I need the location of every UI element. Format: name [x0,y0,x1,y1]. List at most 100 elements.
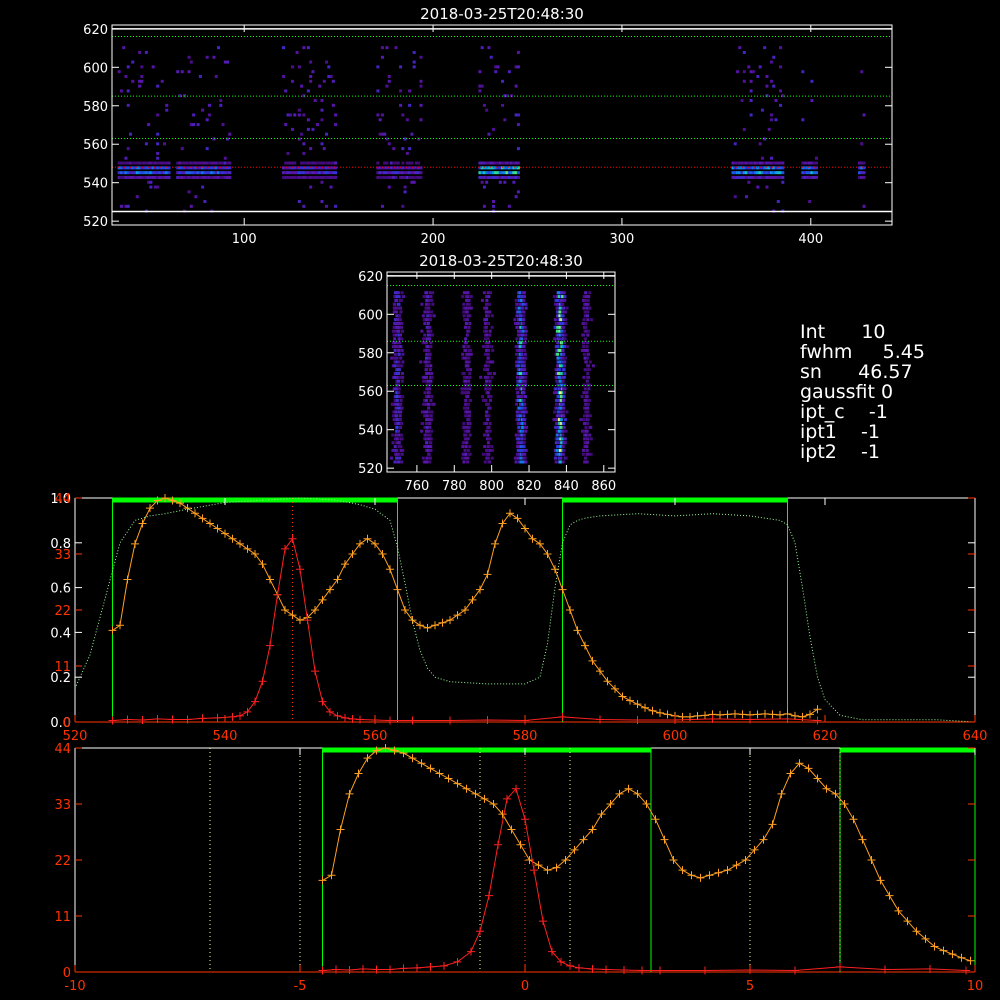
heatmap-cell [552,391,556,395]
info-int: Int 10 [800,321,886,343]
series-point [543,550,552,558]
x-tick-label: 600 [663,729,688,744]
heatmap-cell [516,147,520,151]
heatmap-cell [306,118,310,122]
heatmap-cell [490,325,494,329]
heatmap-cell [582,391,586,395]
heatmap-cell [517,364,521,368]
heatmap-cell [151,65,155,69]
heatmap-cell [563,372,567,375]
x-tick-label: 580 [513,729,538,744]
heatmap-cell [765,84,769,88]
series-point [417,759,426,768]
heatmap-cell [484,329,488,333]
heatmap-cell [862,175,866,179]
heatmap-cell [126,65,130,69]
series-point [521,815,529,824]
heatmap-cell [429,414,433,418]
series-point [221,529,229,538]
heatmap-cell [524,333,528,337]
heatmap-cell [522,298,526,302]
series-point [446,716,454,725]
heatmap-cell [774,118,778,122]
series-point [731,709,739,718]
series-line-1 [322,787,967,972]
heatmap-cell [554,398,558,402]
heatmap-cell [165,103,169,107]
series-point [228,712,237,721]
heatmap-cell [561,410,565,414]
heatmap-cell [565,410,569,414]
heatmap-cell [767,127,771,131]
heatmap-cell [465,318,469,322]
heatmap-cell [486,337,490,341]
heatmap-cell [520,348,524,352]
heatmap-cell [520,437,524,441]
heatmap-cell [420,329,424,333]
heatmap-cell [160,79,164,83]
heatmap-cell [521,329,525,333]
heatmap-cell [559,318,563,322]
heatmap-cell [586,402,590,406]
heatmap-cell [512,180,516,184]
heatmap-background [387,272,615,472]
heatmap-cell [430,375,434,379]
heatmap-cell [293,113,297,117]
heatmap-cell [465,368,469,372]
heatmap-cell [322,79,326,83]
heatmap-cell [466,291,470,295]
heatmap-cell [431,333,435,337]
series-point [341,560,349,569]
heatmap-cell [523,379,527,383]
heatmap-cell [428,325,432,329]
series-point [266,641,274,650]
heatmap-cell [523,452,527,456]
heatmap-cell [490,345,494,349]
heatmap-cell [419,55,423,59]
heatmap-cell [462,375,466,379]
heatmap-cell [521,429,525,433]
heatmap-cell [482,204,486,208]
heatmap-cell [334,166,338,170]
heatmap-cell [427,372,431,375]
heatmap-cell [587,295,591,299]
heatmap-cell [516,398,520,402]
heatmap-cell [487,452,491,456]
heatmap-cell [561,433,565,437]
heatmap-cell [398,445,402,449]
x-tick-label: 760 [404,479,429,494]
heatmap-cell [521,302,525,306]
heatmap-cell [581,333,585,337]
heatmap-cell [763,137,767,141]
series-point [198,714,207,723]
heatmap-cell [462,372,466,375]
heatmap-cell [553,337,557,341]
x-tick-label: 0 [521,979,529,994]
heatmap-cell [427,391,431,395]
heatmap-cell [428,387,432,391]
heatmap-cell [503,118,507,122]
heatmap-cell [397,348,401,352]
info-ipt-c: ipt_c -1 [800,401,888,423]
heatmap-cell [398,375,402,379]
y-tick-label: 0 [63,716,71,731]
heatmap-cell [862,166,866,170]
heatmap-cell [760,156,764,160]
heatmap-cell [380,55,384,59]
heatmap-cell [309,147,313,151]
heatmap-cell [430,298,434,302]
heatmap-cell [485,180,489,184]
heatmap-cell [291,65,295,69]
heatmap-cell [297,108,301,112]
heatmap-cell [399,410,403,414]
heatmap-cell [522,322,526,325]
heatmap-cell [516,422,520,425]
heatmap-cell [464,402,468,406]
heatmap-cell [522,433,526,437]
heatmap-cell [464,379,468,383]
heatmap-cell [412,60,416,64]
x-tick-label: -10 [64,979,85,994]
heatmap-cell [769,156,773,160]
series-point [876,876,885,885]
heatmap-cell [466,460,470,464]
